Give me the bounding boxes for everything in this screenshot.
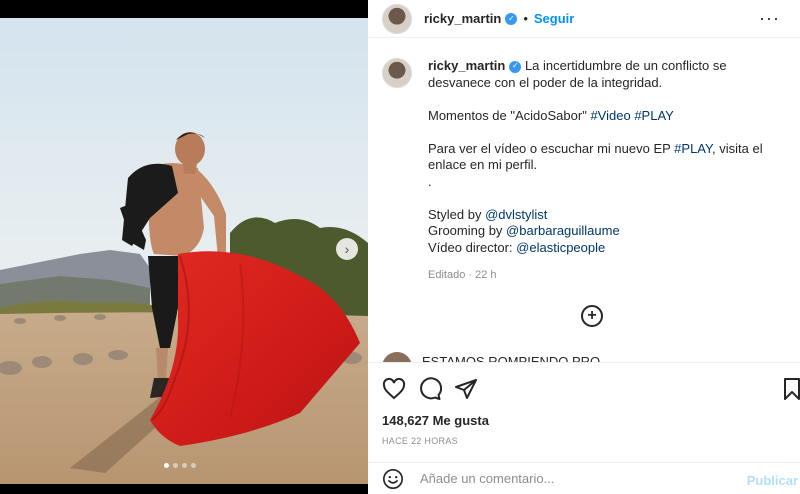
share-icon[interactable]	[454, 377, 478, 401]
save-bookmark-icon[interactable]	[780, 377, 800, 401]
post-timestamp[interactable]: HACE 22 HORAS	[382, 436, 458, 446]
carousel-dot	[191, 463, 196, 468]
likes-count[interactable]: 148,627 Me gusta	[382, 413, 489, 428]
caption-username[interactable]: ricky_martin	[428, 58, 505, 73]
avatar[interactable]	[382, 352, 412, 362]
action-bar	[368, 362, 800, 412]
verified-badge-icon: ✓	[505, 12, 518, 25]
media-bottom-bar	[0, 484, 368, 494]
emoji-icon[interactable]	[382, 468, 404, 490]
publish-button[interactable]: Publicar	[747, 473, 798, 488]
comment-preview: ESTAMOS ROMPIENDO PRO	[382, 352, 782, 362]
follow-button[interactable]: Seguir	[534, 11, 574, 26]
hashtag-link[interactable]: #Video	[590, 108, 630, 123]
edited-label: Editado · 22 h	[428, 268, 497, 281]
chevron-right-icon: ›	[344, 241, 350, 257]
grooming-by: Grooming by	[428, 223, 507, 238]
hashtag-link[interactable]: #PLAY	[634, 108, 674, 123]
carousel-dot	[182, 463, 187, 468]
comment-icon[interactable]	[418, 377, 442, 401]
hashtag-link[interactable]: #PLAY	[674, 141, 712, 156]
mention-link[interactable]: @barbaraguillaume	[506, 223, 620, 238]
video-director: Vídeo director:	[428, 239, 517, 255]
caption: ricky_martin ✓ La incertidumbre de un con…	[382, 58, 784, 283]
plus-circle-icon: +	[587, 307, 597, 324]
comment-input[interactable]	[420, 471, 740, 486]
caption-moments: Momentos de "AcidoSabor"	[428, 107, 591, 123]
username[interactable]: ricky_martin	[424, 11, 501, 26]
comment-text: ESTAMOS ROMPIENDO PRO	[422, 354, 601, 362]
carousel-indicator	[164, 463, 196, 468]
styled-by: Styled by	[428, 206, 486, 222]
caption-text: ricky_martin ✓ La incertidumbre de un con…	[428, 58, 784, 283]
media-top-bar	[0, 0, 368, 18]
avatar[interactable]	[382, 3, 412, 34]
load-more-comments-button[interactable]: +	[581, 305, 603, 327]
post-header: ricky_martin ✓ • Seguir ···	[368, 0, 800, 38]
verified-badge-icon: ✓	[509, 60, 522, 73]
more-options-icon[interactable]: ···	[759, 8, 780, 29]
separator: •	[523, 11, 528, 26]
carousel-dot	[164, 463, 169, 468]
caption-ep: Para ver el vídeo o escuchar mi nuevo EP	[428, 140, 675, 156]
mention-link[interactable]: @dvlstylist	[485, 207, 547, 222]
post-panel: ricky_martin ✓ • Seguir ··· ricky_martin…	[368, 0, 800, 494]
avatar[interactable]	[382, 58, 412, 88]
next-image-button[interactable]: ›	[336, 238, 358, 260]
carousel-dot	[173, 463, 178, 468]
post-photo	[0, 18, 368, 484]
caption-dot: .	[428, 173, 432, 189]
heart-icon[interactable]	[382, 377, 406, 401]
mention-link[interactable]: @elasticpeople	[516, 240, 605, 255]
add-comment-bar: Publicar	[368, 462, 800, 494]
post-media[interactable]: ›	[0, 0, 368, 494]
